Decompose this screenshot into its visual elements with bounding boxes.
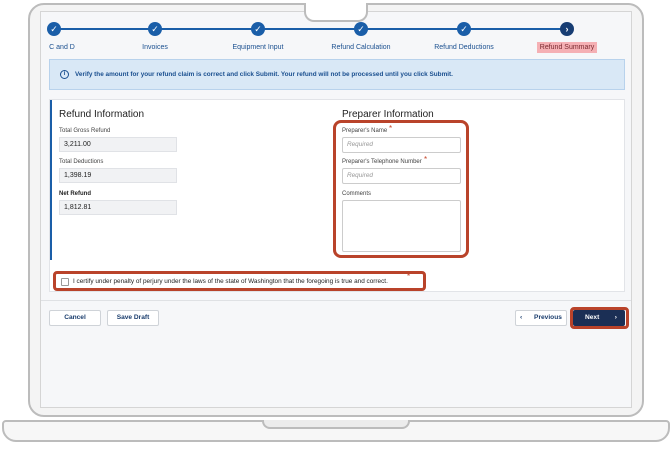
deductions-value: 1,398.19 <box>59 168 177 183</box>
info-icon: i <box>60 70 69 79</box>
step-refund-calculation[interactable]: ✓ Refund Calculation <box>311 20 411 54</box>
section-accent-bar <box>50 100 52 260</box>
save-draft-button[interactable]: Save Draft <box>107 310 159 326</box>
step-label: Equipment Input <box>232 44 284 51</box>
step-label: Invoices <box>142 44 168 51</box>
step-refund-summary[interactable]: › Refund Summary <box>517 20 617 54</box>
preparer-fields-highlight <box>333 120 469 258</box>
check-icon: ✓ <box>47 22 61 36</box>
camera-notch <box>304 3 368 22</box>
banner-text: Verify the amount for your refund claim … <box>75 71 453 78</box>
chevron-right-icon: › <box>560 22 574 36</box>
step-label: Refund Calculation <box>331 44 391 51</box>
step-invoices[interactable]: ✓ Invoices <box>105 20 205 54</box>
gross-refund-label: Total Gross Refund <box>59 128 111 134</box>
next-button-highlight <box>570 307 629 329</box>
preparer-info-title: Preparer Information <box>342 109 434 120</box>
chevron-left-icon: ‹ <box>520 314 523 321</box>
step-label: C and D <box>49 44 75 51</box>
step-label: Refund Deductions <box>434 44 494 51</box>
previous-button[interactable]: ‹ Previous <box>515 310 567 326</box>
refund-info-title: Refund Information <box>59 109 145 120</box>
refund-summary-panel: Refund Information Total Gross Refund 3,… <box>49 99 625 292</box>
net-refund-label: Net Refund <box>59 191 91 197</box>
step-label-active: Refund Summary <box>536 42 598 53</box>
check-icon: ✓ <box>148 22 162 36</box>
screen: ✓ C and D ✓ Invoices ✓ Equipment Input ✓… <box>40 11 632 408</box>
info-banner: i Verify the amount for your refund clai… <box>49 59 625 90</box>
check-icon: ✓ <box>354 22 368 36</box>
step-c-and-d[interactable]: ✓ C and D <box>41 20 105 54</box>
step-refund-deductions[interactable]: ✓ Refund Deductions <box>414 20 514 54</box>
cancel-button[interactable]: Cancel <box>49 310 101 326</box>
laptop-base-groove <box>262 420 410 429</box>
gross-refund-value: 3,211.00 <box>59 137 177 152</box>
net-refund-value: 1,812.81 <box>59 200 177 215</box>
step-equipment-input[interactable]: ✓ Equipment Input <box>208 20 308 54</box>
check-icon: ✓ <box>457 22 471 36</box>
certify-highlight <box>53 271 426 291</box>
footer-divider <box>41 300 631 301</box>
check-icon: ✓ <box>251 22 265 36</box>
previous-label: Previous <box>534 314 562 321</box>
progress-stepper: ✓ C and D ✓ Invoices ✓ Equipment Input ✓… <box>41 20 631 60</box>
deductions-label: Total Deductions <box>59 159 104 165</box>
